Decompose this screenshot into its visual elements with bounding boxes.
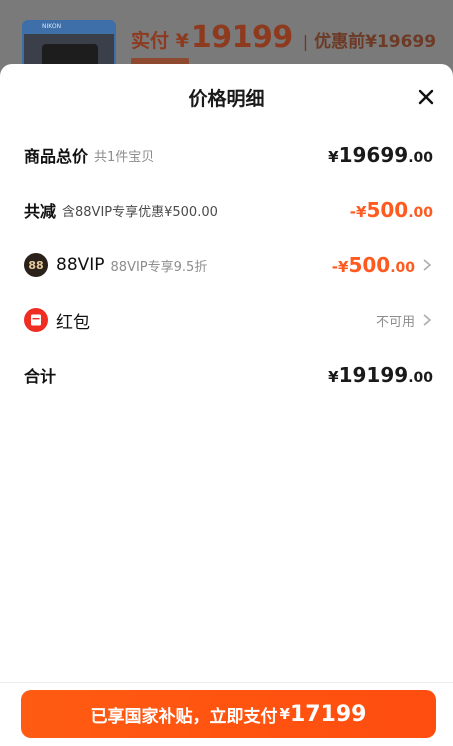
close-button[interactable]: [413, 84, 439, 110]
paid-price: 19199: [190, 20, 293, 55]
discount-currency: -¥: [349, 203, 367, 221]
total-price-value: ¥ 19699 .00: [328, 143, 433, 167]
hongbao-label: 红包: [56, 312, 90, 333]
hongbao-status: 不可用: [375, 314, 415, 330]
original-price: 优惠前¥19699: [314, 32, 437, 52]
pay-now-button[interactable]: 已享国家补贴，立即支付 ¥ 17199: [21, 690, 436, 738]
row-hongbao[interactable]: 红包 不可用: [24, 305, 433, 335]
88vip-label: 88VIP: [56, 255, 105, 275]
pay-button-text: 已享国家补贴，立即支付: [90, 706, 278, 727]
88vip-icon-text: 88: [28, 258, 44, 272]
total-price-label: 商品总价: [24, 147, 89, 166]
paid-price-prefix: 实付 ¥: [131, 30, 189, 52]
row-88vip[interactable]: 88 88VIP 88VIP专享9.5折 -¥ 500 .00: [24, 250, 433, 280]
background-price: 实付 ¥ 19199 | 优惠前¥19699: [131, 20, 436, 56]
sum-currency: ¥: [328, 368, 339, 386]
discount-value: -¥ 500 .00: [350, 198, 433, 222]
chevron-right-icon: [423, 259, 432, 271]
discount-int: 500: [366, 198, 409, 222]
sheet-title: 价格明细: [188, 88, 265, 110]
footer-divider: [0, 682, 453, 683]
red-envelope-icon: [24, 308, 48, 332]
row-discount: 共减 含88VIP专享优惠¥500.00 -¥ 500 .00: [24, 195, 433, 225]
price-detail-sheet: 价格明细 商品总价 共1件宝贝 ¥ 19699 .00 共减 含88VIP专享优…: [0, 64, 453, 746]
sum-dec: .00: [408, 370, 433, 386]
row-total-price: 商品总价 共1件宝贝 ¥ 19699 .00: [24, 140, 433, 170]
row-sum: 合计 ¥ 19199 .00: [24, 360, 433, 390]
price-separator: |: [302, 32, 309, 51]
88vip-int: 500: [348, 253, 391, 277]
88vip-currency: -¥: [331, 258, 349, 276]
88vip-icon: 88: [24, 253, 48, 277]
88vip-detail: 88VIP专享9.5折: [110, 259, 208, 275]
88vip-dec: .00: [390, 260, 415, 276]
pay-button-amount: 17199: [289, 701, 367, 727]
item-count: 共1件宝贝: [94, 149, 155, 165]
sum-int: 19199: [338, 363, 409, 387]
total-price-int: 19699: [338, 143, 409, 167]
88vip-value: -¥ 500 .00: [332, 253, 415, 277]
discount-dec: .00: [408, 205, 433, 221]
thumbnail-band: NIKON: [24, 22, 114, 34]
discount-detail: 含88VIP专享优惠¥500.00: [62, 204, 218, 220]
pay-button-currency: ¥: [279, 705, 290, 723]
total-price-dec: .00: [408, 150, 433, 166]
chevron-right-icon: [423, 314, 432, 326]
total-price-currency: ¥: [328, 148, 339, 166]
close-icon: [418, 89, 434, 105]
sum-label: 合计: [24, 367, 57, 386]
thumbnail-band-text: NIKON: [42, 23, 62, 30]
sum-value: ¥ 19199 .00: [328, 363, 433, 387]
discount-label: 共减: [24, 202, 57, 221]
